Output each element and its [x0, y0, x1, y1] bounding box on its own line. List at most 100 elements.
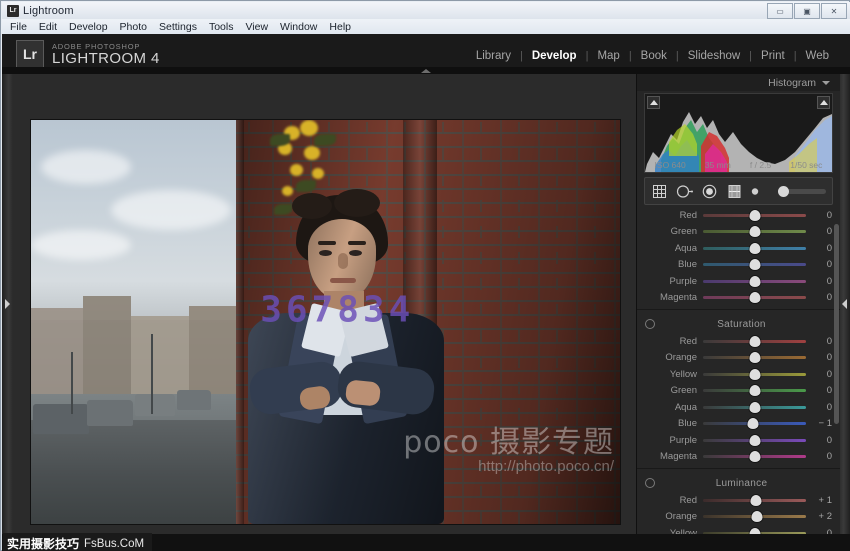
slider-knob[interactable] — [749, 336, 760, 347]
saturation-yellow-slider[interactable] — [703, 373, 806, 376]
app-icon: Lr — [7, 5, 19, 17]
slider-knob[interactable] — [749, 259, 760, 270]
saturation-aqua-label: Aqua — [641, 402, 703, 413]
crop-overlay-icon[interactable] — [651, 183, 668, 200]
slider-knob[interactable] — [749, 451, 760, 462]
histogram-header[interactable]: Histogram — [637, 74, 840, 91]
slider-row: Yellow 0 — [637, 366, 840, 383]
hue-green-value[interactable]: 0 — [806, 226, 832, 237]
photo-road — [31, 420, 246, 524]
close-button[interactable]: ✕ — [821, 3, 847, 19]
saturation-green-value[interactable]: 0 — [806, 385, 832, 396]
slider-knob[interactable] — [750, 495, 761, 506]
hue-aqua-slider[interactable] — [703, 247, 806, 250]
hue-red-value[interactable]: 0 — [806, 210, 832, 221]
luminance-red-slider[interactable] — [703, 499, 806, 502]
module-tab-map[interactable]: Map — [588, 50, 628, 62]
top-panel-toggle[interactable] — [2, 67, 850, 74]
saturation-blue-value[interactable]: − 1 — [806, 418, 832, 429]
red-eye-correction-icon[interactable] — [701, 183, 718, 200]
slider-knob[interactable] — [778, 186, 789, 197]
saturation-orange-slider[interactable] — [703, 356, 806, 359]
slider-row: Aqua0 — [637, 240, 840, 257]
menu-item-window[interactable]: Window — [280, 21, 325, 33]
menu-item-view[interactable]: View — [245, 21, 276, 33]
slider-knob[interactable] — [749, 292, 760, 303]
hue-purple-value[interactable]: 0 — [806, 276, 832, 287]
saturation-purple-value[interactable]: 0 — [806, 435, 832, 446]
cloud — [31, 230, 131, 260]
menu-item-tools[interactable]: Tools — [209, 21, 242, 33]
module-tab-book[interactable]: Book — [632, 50, 676, 62]
panel-divider — [637, 309, 840, 310]
saturation-orange-value[interactable]: 0 — [806, 352, 832, 363]
module-tab-library[interactable]: Library — [467, 50, 520, 62]
slider-row: Purple0 — [637, 432, 840, 449]
hue-magenta-value[interactable]: 0 — [806, 292, 832, 303]
car — [135, 394, 175, 416]
slider-knob[interactable] — [751, 511, 762, 522]
saturation-yellow-value[interactable]: 0 — [806, 369, 832, 380]
luminance-red-value[interactable]: + 1 — [806, 495, 832, 506]
slider-knob[interactable] — [749, 369, 760, 380]
saturation-aqua-value[interactable]: 0 — [806, 402, 832, 413]
saturation-red-slider[interactable] — [703, 340, 806, 343]
hue-magenta-slider[interactable] — [703, 296, 806, 299]
spot-removal-icon[interactable] — [676, 183, 693, 200]
iso-value: ISO 640 — [655, 160, 686, 170]
slider-knob[interactable] — [749, 226, 760, 237]
menu-item-help[interactable]: Help — [329, 21, 359, 33]
hue-red-slider[interactable] — [703, 214, 806, 217]
saturation-magenta-slider[interactable] — [703, 455, 806, 458]
menu-item-develop[interactable]: Develop — [69, 21, 116, 33]
saturation-purple-slider[interactable] — [703, 439, 806, 442]
module-tab-print[interactable]: Print — [752, 50, 794, 62]
saturation-red-value[interactable]: 0 — [806, 336, 832, 347]
hue-green-slider[interactable] — [703, 230, 806, 233]
slider-knob[interactable] — [749, 352, 760, 363]
adjustment-brush-icon[interactable] — [751, 183, 768, 200]
saturation-magenta-value[interactable]: 0 — [806, 451, 832, 462]
hair-tuft — [334, 189, 380, 217]
graduated-filter-icon[interactable] — [726, 183, 743, 200]
hue-blue-slider[interactable] — [703, 263, 806, 266]
slider-knob[interactable] — [748, 418, 759, 429]
saturation-aqua-slider[interactable] — [703, 406, 806, 409]
lamp-post — [71, 352, 73, 414]
module-tab-web[interactable]: Web — [797, 50, 838, 62]
photo-viewport[interactable]: 367834 poco 摄影专题 http://photo.poco.cn/ — [31, 120, 620, 524]
highlight-clipping-indicator[interactable] — [817, 96, 830, 109]
saturation-blue-slider[interactable] — [703, 422, 806, 425]
module-tab-develop[interactable]: Develop — [523, 50, 586, 62]
photo-stage: 367834 poco 摄影专题 http://photo.poco.cn/ Y… — [13, 74, 636, 534]
identity-plate[interactable]: Lr ADOBE PHOTOSHOP LIGHTROOM 4 — [16, 40, 160, 68]
slider-knob[interactable] — [749, 435, 760, 446]
brush-size-slider[interactable] — [780, 189, 826, 194]
luminance-orange-value[interactable]: + 2 — [806, 511, 832, 522]
right-panel-scrollbar[interactable] — [834, 224, 839, 424]
car — [177, 390, 211, 410]
menu-item-edit[interactable]: Edit — [39, 21, 65, 33]
menu-item-photo[interactable]: Photo — [120, 21, 155, 33]
saturation-green-slider[interactable] — [703, 389, 806, 392]
target-adjustment-icon[interactable] — [645, 319, 655, 329]
hue-purple-slider[interactable] — [703, 280, 806, 283]
target-adjustment-icon[interactable] — [645, 478, 655, 488]
luminance-orange-slider[interactable] — [703, 515, 806, 518]
window-title: Lightroom — [23, 5, 74, 17]
hue-aqua-value[interactable]: 0 — [806, 243, 832, 254]
slider-knob[interactable] — [749, 402, 760, 413]
module-tab-slideshow[interactable]: Slideshow — [679, 50, 749, 62]
slider-knob[interactable] — [749, 210, 760, 221]
minimize-button[interactable]: ▭ — [767, 3, 793, 19]
hue-blue-value[interactable]: 0 — [806, 259, 832, 270]
slider-knob[interactable] — [749, 276, 760, 287]
menu-item-file[interactable]: File — [10, 21, 35, 33]
histogram-widget[interactable]: ISO 640 35 mm f / 2.5 1/50 sec — [644, 93, 833, 173]
shadow-clipping-indicator[interactable] — [647, 96, 660, 109]
slider-knob[interactable] — [749, 243, 760, 254]
maximize-button[interactable]: ▣ — [794, 3, 820, 19]
menu-item-settings[interactable]: Settings — [159, 21, 205, 33]
slider-knob[interactable] — [749, 385, 760, 396]
saturation-yellow-label: Yellow — [641, 369, 703, 380]
